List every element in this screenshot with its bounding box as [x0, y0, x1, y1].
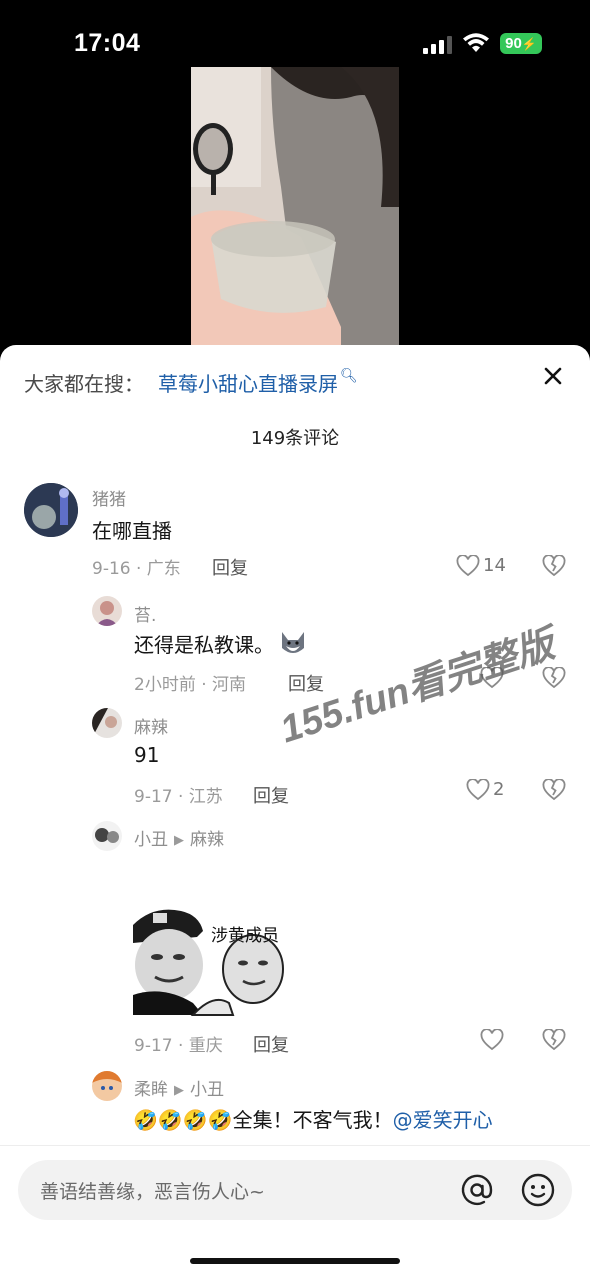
comment-username[interactable]: 猪猪 [92, 485, 126, 510]
comment-text: 在哪直播 [92, 519, 172, 543]
broken-heart-icon[interactable] [542, 779, 566, 801]
battery-indicator: 90 ⚡ [500, 33, 542, 54]
reply-button[interactable]: 回复 [253, 782, 289, 808]
comment-input[interactable]: 善语结善缘，恶言伤人心~ [18, 1160, 572, 1220]
video-frame-image [191, 67, 399, 357]
divider [0, 1145, 590, 1146]
meme-caption: 涉黄成员 [211, 926, 279, 946]
wifi-icon [463, 33, 489, 52]
reply-button[interactable]: 回复 [253, 1031, 289, 1057]
status-time: 17:04 [74, 29, 141, 57]
comment-username[interactable]: 苔. [134, 601, 156, 626]
cellular-signal-icon [423, 36, 452, 54]
mention-link[interactable]: @爱笑开心 [393, 1108, 493, 1132]
laughing-emoji-icon: 🤣🤣🤣🤣 [133, 1108, 233, 1132]
video-player[interactable] [191, 67, 399, 357]
broken-heart-icon[interactable] [542, 1029, 566, 1051]
reply-button[interactable]: 回复 [212, 554, 248, 580]
reply-arrow-icon: ▶ [174, 833, 184, 848]
trending-search-row: 大家都在搜： 草莓小甜心直播录屏 🔍︎ [24, 367, 358, 397]
husky-emoji-icon [282, 632, 304, 653]
reply-target[interactable]: 麻辣 [190, 830, 224, 850]
comment-text: 91 [134, 743, 160, 767]
comment-meta: 2小时前 · 河南 [134, 675, 247, 695]
comment-text: 还得是私教课。 [134, 632, 274, 657]
trending-search-link[interactable]: 草莓小甜心直播录屏 [158, 368, 338, 397]
comment-text-row: 还得是私教课。 [134, 628, 308, 658]
comment-meta: 9-17 · 重庆 [134, 1036, 223, 1056]
status-bar: 17:04 90 ⚡ [0, 0, 590, 70]
avatar[interactable] [24, 483, 78, 537]
reply-author[interactable]: 小丑 [134, 830, 168, 850]
meme-image[interactable]: 涉黄成员 [133, 865, 285, 1017]
avatar[interactable] [92, 596, 122, 626]
search-icon: 🔍︎ [340, 368, 358, 384]
like-count: 2 [493, 779, 505, 800]
comment-text: 全集！不客气我！ [232, 1108, 393, 1132]
comment-input-placeholder: 善语结善缘，恶言伤人心~ [40, 1181, 265, 1203]
comment-meta: 9-16 · 广东 [92, 559, 181, 579]
mention-at-icon[interactable] [459, 1172, 495, 1208]
comment-meta: 9-17 · 江苏 [134, 787, 223, 807]
comment-count-title: 149条评论 [250, 428, 340, 449]
close-icon[interactable] [539, 362, 567, 390]
reply-author[interactable]: 柔眸 [134, 1080, 168, 1100]
avatar[interactable] [92, 708, 122, 738]
home-indicator[interactable] [190, 1258, 400, 1264]
comment-username[interactable]: 柔眸 ▶ 小丑 [134, 1075, 224, 1100]
comment-username[interactable]: 麻辣 [134, 713, 168, 738]
broken-heart-icon[interactable] [542, 667, 566, 689]
broken-heart-icon[interactable] [542, 555, 566, 577]
comment-username[interactable]: 小丑 ▶ 麻辣 [134, 825, 224, 850]
reply-arrow-icon: ▶ [174, 1083, 184, 1098]
trending-search-label: 大家都在搜： [24, 371, 144, 396]
emoji-icon[interactable] [520, 1172, 556, 1208]
battery-level: 90 [505, 35, 522, 52]
comment-sheet: 大家都在搜： 草莓小甜心直播录屏 🔍︎ 149条评论 猪猪 在哪直播 9-16 … [0, 345, 590, 1280]
heart-icon[interactable] [480, 1029, 504, 1051]
heart-icon[interactable] [466, 779, 490, 801]
reply-target[interactable]: 小丑 [190, 1080, 224, 1100]
heart-icon[interactable] [456, 555, 480, 577]
comment-text-row: 🤣🤣🤣🤣全集！不客气我！@爱笑开心 [133, 1104, 493, 1133]
like-count: 14 [483, 555, 506, 576]
avatar[interactable] [92, 821, 122, 851]
avatar[interactable] [92, 1071, 122, 1101]
